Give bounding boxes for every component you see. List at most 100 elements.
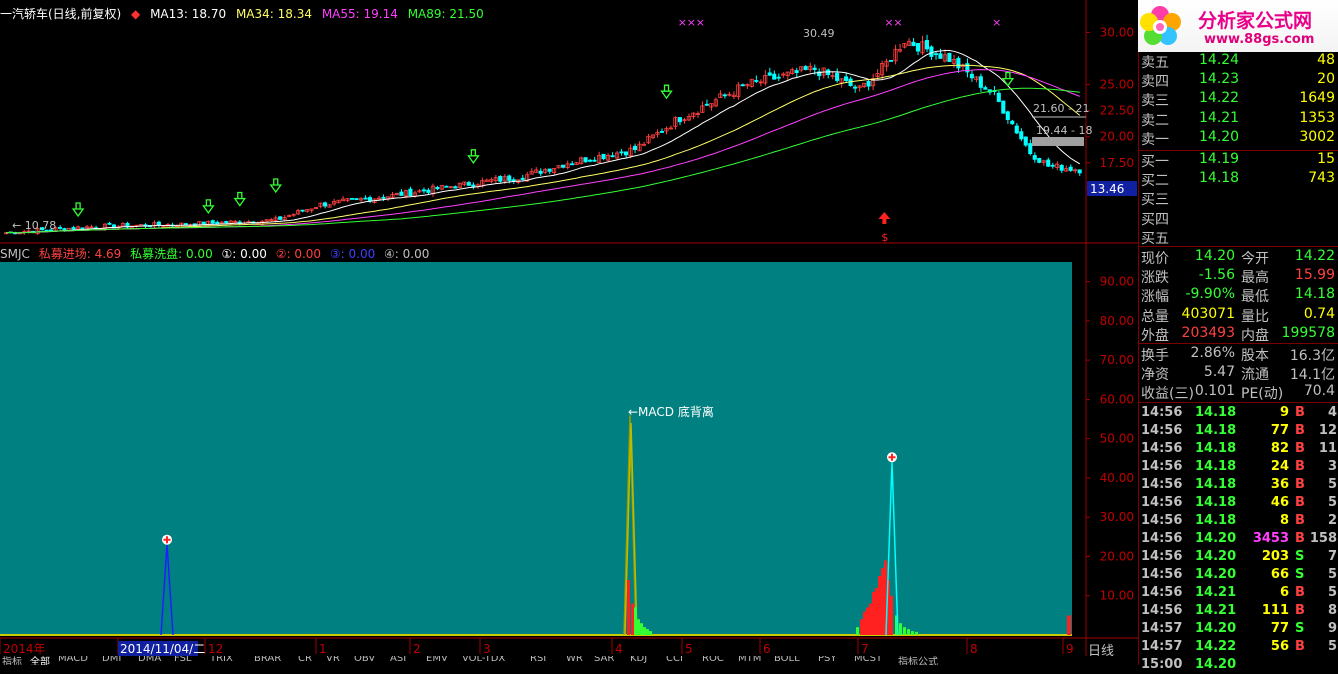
indicator-tab[interactable]: VOL-TDX <box>462 656 505 664</box>
tick-time: 14:57 <box>1141 621 1183 636</box>
x-axis-label: 12 <box>208 642 223 656</box>
indicator-tab[interactable]: SAR <box>594 656 614 664</box>
ma55-line <box>6 69 1080 234</box>
top-marker: × <box>678 16 687 29</box>
quote-label: 最高 <box>1241 270 1269 287</box>
indicator-tab[interactable]: OBV <box>354 656 375 664</box>
indicator-tab[interactable]: ASI <box>390 656 406 664</box>
tick-row: 14:56 14.18 82 B 11 <box>1139 440 1338 458</box>
tick-volume: 24 <box>1270 459 1289 474</box>
tick-row: 14:56 14.20 203 S 7 <box>1139 548 1338 566</box>
quote-separator <box>1139 246 1338 247</box>
x-axis-label: 9 <box>1066 642 1074 656</box>
candle-body <box>426 189 431 193</box>
candle-body <box>956 57 961 69</box>
indicator-tab[interactable]: DMA <box>138 656 161 664</box>
chart-area[interactable]: 30.0025.0022.5020.0017.5015.0013.46×××××… <box>0 0 1138 656</box>
x-axis-label: 6 <box>763 642 771 656</box>
candle-body <box>210 220 215 224</box>
quote2-value: 2.86% <box>1190 345 1235 361</box>
indicator-bar <box>907 629 910 635</box>
indicator-tab[interactable]: MTM <box>738 656 761 664</box>
ind-item-4: ④: 0.00 <box>384 247 430 261</box>
quote2-label: 流通 <box>1241 367 1269 384</box>
indicator-background <box>0 262 1072 635</box>
indicator-tab[interactable]: CCI <box>666 656 683 664</box>
quote-value: 0.74 <box>1303 305 1335 322</box>
tick-separator <box>1139 402 1338 403</box>
ma89-label: MA89: 21.50 <box>407 7 484 21</box>
indicator-bar <box>860 619 863 635</box>
tick-row: 14:56 14.18 9 B 4 <box>1139 404 1338 422</box>
candle-body <box>812 67 817 70</box>
indicator-tick-label: 30.00 <box>1100 510 1134 524</box>
candle-body <box>354 198 359 200</box>
indicator-tab[interactable]: ROC <box>702 656 724 664</box>
quote-row: 涨跌 -1.56 最高 15.99 <box>1139 267 1338 286</box>
indicator-tab[interactable]: BOLL <box>774 656 800 664</box>
dollar-marker: $ <box>881 231 888 244</box>
tick-count: 5 <box>1327 585 1337 600</box>
candle-body <box>511 179 516 182</box>
price-tick-label: 30.00 <box>1100 25 1134 39</box>
indicator-tab[interactable]: TRIX <box>210 656 233 664</box>
bid-row: 买四 <box>1139 209 1338 228</box>
candle-body <box>924 40 929 50</box>
ask-label: 卖一 <box>1141 131 1169 148</box>
tick-price: 14.20 <box>1195 567 1237 582</box>
quote-separator <box>1139 343 1338 344</box>
bid-volume: 15 <box>1317 151 1335 167</box>
bid-row: 买五 <box>1139 228 1338 247</box>
x-axis-label: 4 <box>615 642 623 656</box>
quote-label: 今开 <box>1241 251 1269 267</box>
quote-label: 最低 <box>1241 289 1269 306</box>
indicator-tab[interactable]: MACD <box>58 656 88 664</box>
indicator-tab[interactable]: VR <box>326 656 340 664</box>
indicator-tab[interactable]: FSL <box>174 656 192 664</box>
tick-time: 14:56 <box>1141 531 1183 546</box>
ask-row: 卖五 14.24 48 <box>1139 52 1338 71</box>
tick-row: 14:56 14.18 46 B 5 <box>1139 494 1338 512</box>
last-price-label: 13.46 <box>1090 182 1124 196</box>
candle-body <box>610 155 615 158</box>
indicator-tab[interactable]: 全部 <box>30 656 50 665</box>
tick-volume: 9 <box>1279 405 1289 420</box>
indicator-tab[interactable]: WR <box>566 656 583 664</box>
indicator-tab[interactable]: CR <box>298 656 312 664</box>
quote-label: 外盘 <box>1141 327 1169 344</box>
indicator-tab[interactable]: PSY <box>818 656 837 664</box>
price-tick-label: 17.50 <box>1100 156 1134 170</box>
candle-body <box>1046 159 1051 167</box>
ask-row: 卖一 14.20 3002 <box>1139 129 1338 148</box>
indicator-tab[interactable]: 指标公式 <box>898 656 938 665</box>
ask-volume: 1353 <box>1299 109 1335 126</box>
tick-count: 158 <box>1309 531 1337 546</box>
candle-body <box>547 168 552 172</box>
indicator-tab[interactable]: RSI <box>530 656 546 664</box>
candle-body <box>1077 169 1082 174</box>
tick-side: B <box>1295 585 1305 600</box>
indicator-tab[interactable]: MCST <box>854 656 882 664</box>
ind-item-1: ①: 0.00 <box>221 247 267 261</box>
x-axis-label: 8 <box>970 642 978 656</box>
indicator-tab[interactable]: 指标 <box>2 656 22 665</box>
candle-body <box>601 153 606 160</box>
candle-body <box>835 72 840 81</box>
indicator-tab[interactable]: EMV <box>426 656 448 664</box>
indicator-bar <box>866 607 869 635</box>
indicator-tab[interactable]: KDJ <box>630 656 647 664</box>
tick-row: 14:56 14.21 6 B 5 <box>1139 584 1338 602</box>
flower-logo-icon <box>1140 6 1181 45</box>
sell-signal-arrow-icon <box>878 212 891 224</box>
indicator-bar <box>863 611 866 635</box>
level-box-2 <box>1032 137 1084 146</box>
bid-label: 买二 <box>1141 173 1169 190</box>
candle-body <box>520 177 525 180</box>
ask-volume: 3002 <box>1299 128 1335 145</box>
quote-panel: 卖五 14.24 48 卖四 14.23 20 卖三 14.22 1649 卖二 14.21 1353… <box>1138 0 1338 672</box>
quote2-row: 收益(三) 0.101 PE(动) 70.4 <box>1139 383 1338 402</box>
indicator-tab[interactable]: BRAR <box>254 656 281 664</box>
indicator-tab[interactable]: DMI <box>102 656 121 664</box>
tick-side: B <box>1295 405 1305 420</box>
candle-body <box>776 76 781 79</box>
